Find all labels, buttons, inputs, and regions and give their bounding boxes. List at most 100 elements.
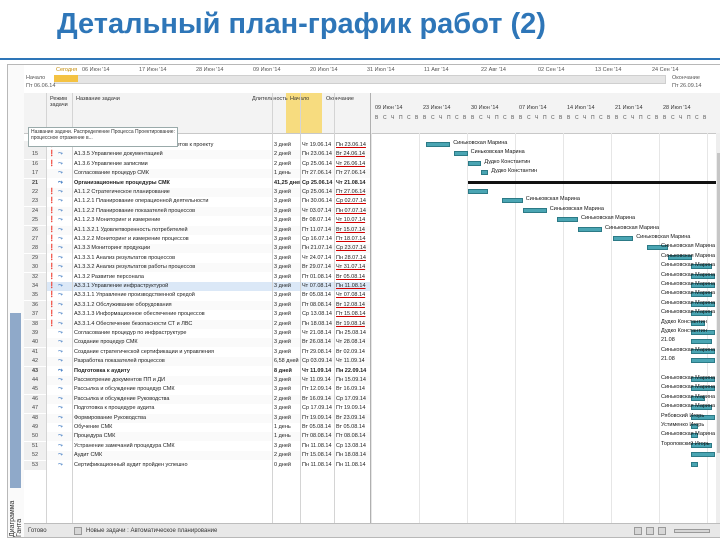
gantt-bar[interactable] xyxy=(481,170,489,176)
task-name[interactable]: А1.3.2 Развитие персонала xyxy=(74,273,274,282)
task-name[interactable]: А1.1.3.2.1 Удовлетворенность потребителе… xyxy=(74,226,274,235)
gantt-bar[interactable] xyxy=(691,452,715,458)
table-row[interactable]: 49 Обучение СМК 1 день Вт 05.08.14 Вт 05.08.… xyxy=(24,423,370,432)
task-name[interactable]: Создание процедур СМК xyxy=(74,338,274,347)
task-name[interactable]: А1.3.3 Мониторинг продукции xyxy=(74,244,274,253)
table-row[interactable]: 22 А1.1.2 Стратегическое планирование 3 дн… xyxy=(24,188,370,197)
table-row[interactable]: 48 Формирование Руководства 3 дней Пт 19.09… xyxy=(24,413,370,423)
task-usage-icon[interactable] xyxy=(646,527,654,535)
task-name[interactable]: А3.3.1.3 Информационное обеспечение проц… xyxy=(74,310,274,319)
gantt-bar[interactable] xyxy=(467,189,489,194)
task-name[interactable]: Рассылка и обсуждение Руководства xyxy=(74,395,274,404)
status-new-tasks[interactable]: Новые задачи : Автоматическое планирован… xyxy=(86,524,217,537)
task-name[interactable]: Организационные процедуры СМК xyxy=(74,179,274,188)
gantt-view-icon[interactable] xyxy=(634,527,642,535)
table-row[interactable]: 21 Организационные процедуры СМК 41,25 дне… xyxy=(24,178,370,188)
table-row[interactable]: 42 Разработка показателей процессов 6,58 д… xyxy=(24,357,370,367)
table-row[interactable]: 36 А3.3.1.2 Обслуживание оборудования 3 дн… xyxy=(24,300,370,310)
gantt-bar[interactable] xyxy=(578,226,602,232)
table-row[interactable]: 34 А3.3.1 Управление инфраструктурой 3 дне… xyxy=(24,282,370,291)
header-mode[interactable]: Режим задачи xyxy=(50,96,74,108)
task-name[interactable]: Устранение замечаний процедура СМК xyxy=(74,442,274,451)
gantt-bar[interactable] xyxy=(691,339,712,345)
table-row[interactable]: 32 А1.3.2 Развитие персонала 3 дней Пт 01.0… xyxy=(24,272,370,282)
gantt-chart[interactable]: 09 Июн '14 23 Июн '14 30 Июн '14 07 Июл '14… xyxy=(370,93,720,523)
table-row[interactable]: 47 Подготовка к процедуре аудита 3 дней Ср … xyxy=(24,404,370,414)
table-row[interactable]: 30 А1.3.3.2 Анализ результатов работы про… xyxy=(24,263,370,273)
table-row[interactable]: 53 Сертификационный аудит пройден успешно… xyxy=(24,460,370,470)
task-name[interactable]: А1.1.2.1 Планирование операционной деяте… xyxy=(74,197,274,206)
gantt-scrollbar[interactable] xyxy=(716,133,720,523)
table-row[interactable]: 28 А1.3.3 Мониторинг продукции 3 дней Пн 21… xyxy=(24,244,370,254)
table-row[interactable]: 25 А1.1.2.3 Мониторинг и измерение 3 дней В… xyxy=(24,216,370,226)
gantt-bar[interactable] xyxy=(453,151,468,157)
table-row[interactable]: 39 Согласование процедур по инфраструктур… xyxy=(24,329,370,338)
header-finish[interactable]: Окончание xyxy=(326,96,354,102)
table-row[interactable]: 51 Устранение замечаний процедура СМК 3 дн… xyxy=(24,441,370,451)
table-row[interactable]: 41 Создание стратегической сертификации и… xyxy=(24,347,370,357)
task-name[interactable]: А3.3.1.2 Обслуживание оборудования xyxy=(74,301,274,310)
zoom-slider[interactable] xyxy=(674,529,710,533)
new-tasks-icon[interactable] xyxy=(74,527,82,535)
gantt-bar[interactable] xyxy=(691,358,715,364)
task-name[interactable]: Процедура СМК xyxy=(74,432,274,441)
table-row[interactable]: 35 А3.3.1.1 Управление производственной с… xyxy=(24,291,370,301)
table-row[interactable]: 45 Рассылка и обсуждение процедур СМК 3 дн… xyxy=(24,385,370,395)
task-name[interactable]: А1.1.2.3 Мониторинг и измерение xyxy=(74,216,274,225)
task-name[interactable]: А1.3.3.1 Анализ результатов процессов xyxy=(74,254,274,263)
table-row[interactable]: 23 А1.1.2.1 Планирование операционной дея… xyxy=(24,197,370,207)
table-row[interactable]: 44 Рассмотрение документов ПП и ДИ 3 дней Ч… xyxy=(24,376,370,385)
task-name[interactable]: А1.1.2.2 Планирование показателей процес… xyxy=(74,207,274,216)
task-name[interactable]: Формирование Руководства xyxy=(74,414,274,423)
task-name[interactable]: А3.3.1.4 Обеспечение безопасности СТ и Л… xyxy=(74,320,274,329)
task-name[interactable]: А1.3.2.2 Мониторинг и измерение процессо… xyxy=(74,235,274,244)
task-name[interactable]: Создание стратегической сертификации и у… xyxy=(74,348,274,357)
task-name[interactable]: Рассылка и обсуждение процедур СМК xyxy=(74,385,274,394)
header-duration[interactable]: Длительность xyxy=(252,96,288,102)
task-name[interactable]: А1.3.5 Управление документацией xyxy=(74,150,274,159)
gantt-day-tick: П xyxy=(447,115,451,121)
table-row[interactable]: 43 Подготовка к аудиту 8 дней Чт 11.09.14 Пн… xyxy=(24,366,370,376)
table-row[interactable]: 27 А1.3.2.2 Мониторинг и измерение процес… xyxy=(24,235,370,244)
timeline[interactable]: Сегодня Начало Пт 06.06.14 Окончание Пт … xyxy=(24,65,720,94)
task-name[interactable]: Обучение СМК xyxy=(74,423,274,432)
view-bar[interactable]: Диаграмма Ганта xyxy=(8,65,25,537)
gantt-bar[interactable] xyxy=(522,207,547,213)
table-row[interactable]: 24 А1.1.2.2 Планирование показателей проц… xyxy=(24,206,370,216)
header-name[interactable]: Название задачи xyxy=(76,96,120,102)
table-row[interactable]: 50 Процедура СМК 1 день Пт 08.08.14 Пт 08.08… xyxy=(24,432,370,442)
table-row[interactable]: 52 Аудит СМК 2 дней Пт 15.08.14 Пн 18.08.14 ⤳ xyxy=(24,451,370,461)
task-name[interactable]: Подготовка к процедуре аудита xyxy=(74,404,274,413)
gantt-bar[interactable] xyxy=(502,198,523,204)
task-name[interactable]: А1.1.2 Стратегическое планирование xyxy=(74,188,274,197)
table-row[interactable]: 15 А1.3.5 Управление документацией 2 дней П… xyxy=(24,150,370,160)
task-name[interactable]: А3.3.1 Управление инфраструктурой xyxy=(74,282,274,291)
row-id: 29 xyxy=(24,253,46,263)
task-name[interactable]: А1.3.6 Управление записями xyxy=(74,160,274,169)
task-name[interactable]: А1.3.3.2 Анализ результатов работы проце… xyxy=(74,263,274,272)
gantt-bar[interactable] xyxy=(426,142,451,147)
task-name[interactable]: Согласование процедур по инфраструктуре xyxy=(74,329,274,338)
table-row[interactable]: 17 Согласование процедур СМК 1 день Пт 27.0… xyxy=(24,169,370,179)
task-name[interactable]: А3.3.1.1 Управление производственной сре… xyxy=(74,291,274,300)
task-name[interactable]: Разработка показателей процессов xyxy=(74,357,274,366)
gantt-resource-label: Синьковская Марина xyxy=(661,393,716,400)
gantt-bar[interactable] xyxy=(467,160,482,166)
gantt-bar[interactable] xyxy=(691,461,698,467)
table-row[interactable]: 40 Создание процедур СМК 3 дней Вт 26.08.14… xyxy=(24,338,370,348)
table-row[interactable]: 16 А1.3.6 Управление записями 2 дней Ср 25.… xyxy=(24,159,370,169)
table-row[interactable]: 37 А3.3.1.3 Информационное обеспечение пр… xyxy=(24,310,370,320)
gantt-bar[interactable] xyxy=(557,217,578,223)
task-name[interactable]: Сертификационный аудит пройден успешно xyxy=(74,461,274,470)
gantt-bar[interactable] xyxy=(612,236,634,241)
table-row[interactable]: 46 Рассылка и обсуждение Руководства 2 дне… xyxy=(24,394,370,404)
task-name[interactable]: Подготовка к аудиту xyxy=(74,367,274,376)
task-name[interactable]: Аудит СМК xyxy=(74,451,274,460)
table-row[interactable]: 38 А3.3.1.4 Обеспечение безопасности СТ и… xyxy=(24,319,370,329)
table-row[interactable]: 26 А1.1.3.2.1 Удовлетворенность потребите… xyxy=(24,225,370,235)
task-name[interactable]: Рассмотрение документов ПП и ДИ xyxy=(74,376,274,385)
task-name[interactable]: Согласование процедур СМК xyxy=(74,169,274,178)
table-row[interactable]: 29 А1.3.3.1 Анализ результатов процессов 3… xyxy=(24,253,370,263)
team-planner-icon[interactable] xyxy=(658,527,666,535)
gantt-summary-bar[interactable] xyxy=(467,180,720,184)
